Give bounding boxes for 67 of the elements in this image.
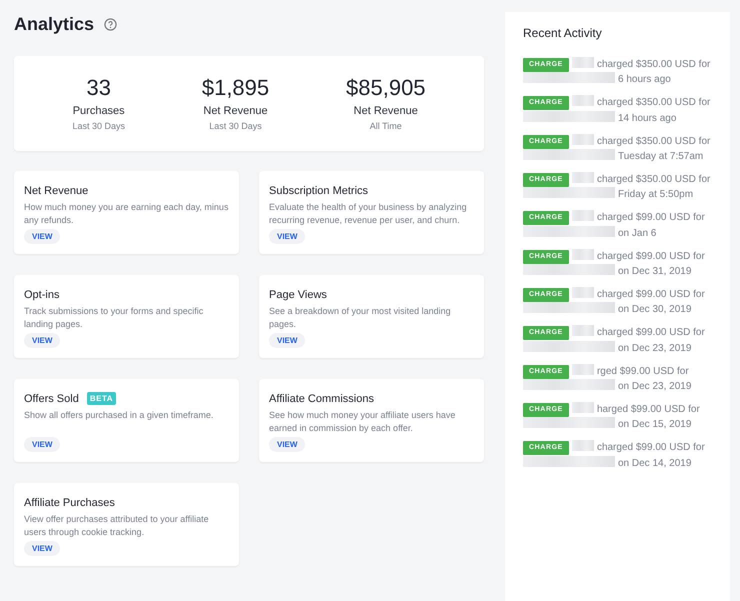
blurred-text	[572, 172, 594, 183]
report-description: Show all offers purchased in a given timeframe.	[24, 409, 214, 422]
stat-value: $85,905	[346, 75, 426, 101]
report-title: Subscription Metrics	[269, 184, 368, 196]
activity-time: Friday at 5:50pm	[618, 188, 694, 202]
activity-time: Tuesday at 7:57am	[618, 150, 704, 164]
activity-time: on Jan 6	[618, 226, 656, 241]
report-title: Affiliate Commissions	[269, 392, 374, 404]
activity-time: on Dec 14, 2019	[618, 456, 692, 471]
report-description: View offer purchases attributed to your affiliate users through cookie tracking.	[24, 513, 210, 539]
view-button[interactable]: VIEW	[269, 437, 306, 452]
report-description: Track submissions to your forms and specific landing pages.	[24, 305, 204, 331]
report-title: Affiliate Purchases	[24, 496, 115, 508]
blurred-text	[572, 325, 594, 336]
activity-text: charged $350.00 USD for	[596, 96, 710, 110]
stat-period: All Time	[370, 121, 402, 131]
beta-badge: BETA	[86, 392, 116, 405]
blurred-text	[572, 248, 594, 260]
report-description: See a breakdown of your most visited landing pages.	[269, 305, 452, 331]
stat-period: Last 30 Days	[209, 121, 262, 131]
blurred-text	[572, 95, 594, 106]
view-button[interactable]: VIEW	[269, 333, 306, 348]
activity-text: rged $99.00 USD for	[596, 364, 689, 378]
activity-text: charged $99.00 USD for	[596, 250, 705, 264]
report-title: Opt-ins	[24, 288, 60, 300]
report-title: Net Revenue	[24, 184, 88, 196]
stat-period: Last 30 Days	[72, 121, 125, 131]
report-description: How much money you are earning each day, minus any refunds.	[24, 201, 229, 227]
blurred-text	[572, 402, 594, 413]
activity-text: charged $99.00 USD for	[596, 288, 705, 302]
activity-text: charged $99.00 USD for	[596, 326, 705, 340]
stat-label: Purchases	[72, 105, 125, 117]
stat-value: 33	[86, 75, 111, 101]
report-description: Evaluate the health of your business by analyzing recurring revenue, revenue per user, and churn.	[269, 201, 468, 227]
activity-text: charged $99.00 USD for	[596, 441, 705, 456]
blurred-text	[572, 57, 594, 68]
stat-value: $1,895	[202, 75, 270, 101]
view-button[interactable]: VIEW	[24, 437, 60, 452]
activity-text: charged $99.00 USD for	[596, 211, 705, 226]
blurred-text	[572, 364, 594, 374]
blurred-text	[572, 210, 594, 222]
activity-time: on Dec 23, 2019	[618, 380, 692, 394]
blurred-text	[572, 286, 594, 298]
activity-text: charged $350.00 USD for	[596, 58, 710, 72]
activity-time: 6 hours ago	[618, 73, 671, 88]
activity-text: charged $350.00 USD for	[596, 172, 710, 187]
view-button[interactable]: VIEW	[24, 541, 60, 556]
view-button[interactable]: VIEW	[24, 333, 60, 348]
activity-time: on Dec 30, 2019	[618, 303, 692, 318]
activity-time: on Dec 31, 2019	[618, 264, 692, 279]
report-title: Offers Sold	[24, 392, 79, 404]
blurred-text	[572, 440, 594, 452]
report-description: See how much money your affiliate users have earned in commission by each offer.	[269, 409, 456, 435]
panel-title: Recent Activity	[523, 26, 603, 40]
stat-label: Net Revenue	[354, 105, 418, 117]
page-title: Analytics	[14, 14, 94, 34]
activity-time: on Dec 15, 2019	[618, 418, 692, 432]
report-title: Page Views	[269, 288, 327, 300]
activity-text: harged $99.00 USD for	[596, 402, 700, 417]
stat-label: Net Revenue	[203, 105, 268, 117]
help-icon[interactable]	[104, 18, 118, 30]
view-button[interactable]: VIEW	[269, 229, 306, 244]
blurred-text	[572, 134, 594, 145]
activity-time: on Dec 23, 2019	[618, 342, 692, 356]
view-button[interactable]: VIEW	[24, 229, 60, 244]
activity-text: charged $350.00 USD for	[596, 134, 710, 149]
activity-time: 14 hours ago	[618, 112, 676, 126]
